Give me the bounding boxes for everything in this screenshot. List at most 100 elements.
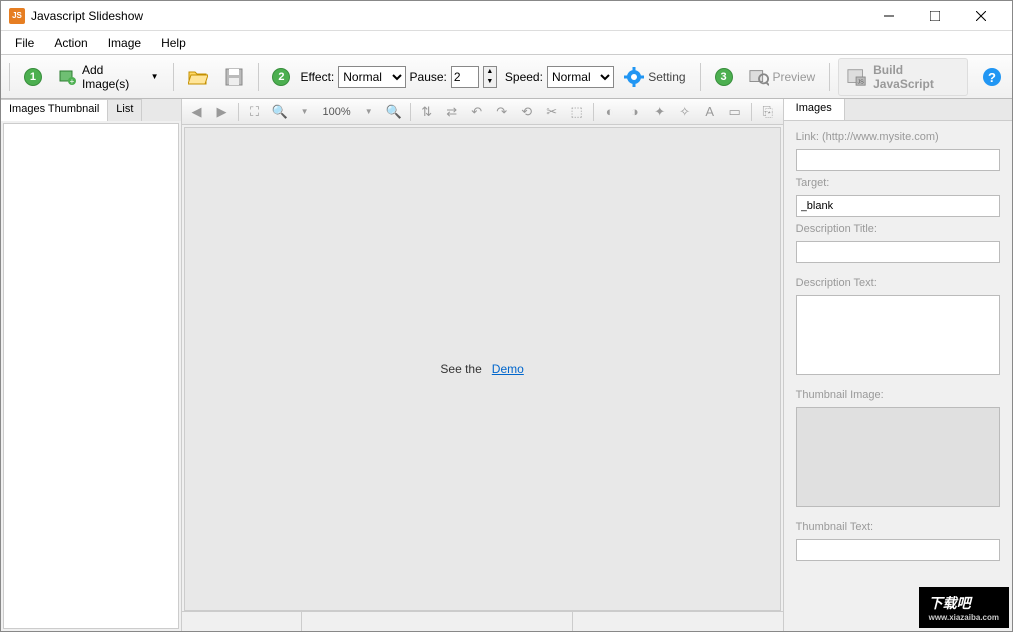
flip-v-icon: ⇅ (421, 104, 432, 120)
description-text-label: Description Text: (796, 277, 1000, 289)
main-toolbar: 1 + Add Image(s) ▼ 2 Effect: Normal Paus… (1, 55, 1012, 99)
minimize-icon (884, 11, 894, 21)
rotate-free-button[interactable]: ⟲ (516, 101, 538, 123)
fit-icon: ⛶ (250, 104, 259, 120)
flip-h-icon: ⇄ (446, 104, 457, 120)
maximize-icon (930, 11, 940, 21)
save-icon (224, 67, 244, 87)
step-3-button[interactable]: 3 (709, 64, 739, 90)
add-images-label: Add Image(s) (82, 63, 147, 91)
text-button[interactable]: A (699, 101, 721, 123)
effect-select[interactable]: Normal (338, 66, 405, 88)
svg-text:JS: JS (858, 79, 865, 85)
export-button[interactable]: ⎘ (757, 101, 779, 123)
zoom-in-icon: 🔍 (271, 104, 287, 120)
build-js-label: Build JavaScript (873, 63, 959, 91)
menu-image[interactable]: Image (98, 34, 151, 52)
svg-text:+: + (70, 77, 75, 86)
menu-file[interactable]: File (5, 34, 44, 52)
resize-button[interactable]: ⬚ (566, 101, 588, 123)
spin-down-icon[interactable]: ▼ (484, 77, 496, 87)
close-icon (976, 11, 986, 21)
nav-next-button[interactable]: ▶ (211, 101, 233, 123)
zoom-dropdown-2[interactable]: ▼ (358, 101, 380, 123)
menu-action[interactable]: Action (44, 34, 97, 52)
rotate-icon: ⟲ (521, 104, 532, 120)
minimize-button[interactable] (866, 2, 912, 30)
dropdown-arrow-icon: ▼ (151, 72, 159, 81)
link-input[interactable] (796, 149, 1000, 171)
build-js-icon: JS (847, 67, 867, 87)
step-2-icon: 2 (272, 68, 290, 86)
fit-button[interactable]: ⛶ (244, 101, 266, 123)
close-button[interactable] (958, 2, 1004, 30)
rotate-right-button[interactable]: ↷ (491, 101, 513, 123)
link-label: Link: (http://www.mysite.com) (796, 131, 1000, 143)
zoom-in-button[interactable]: 🔍 (269, 101, 291, 123)
watermark: 下载吧 www.xiazaiba.com (919, 587, 1009, 628)
border-icon: ▭ (729, 104, 741, 120)
menu-help[interactable]: Help (151, 34, 196, 52)
thumbnail-image-box[interactable] (796, 407, 1000, 507)
titlebar: JS Javascript Slideshow (1, 1, 1012, 31)
effect-1-button[interactable]: ✦ (649, 101, 671, 123)
flip-h-button[interactable]: ⇄ (441, 101, 463, 123)
preview-label: Preview (773, 70, 816, 84)
zoom-level: 100% (319, 106, 355, 118)
center-panel: ◀ ▶ ⛶ 🔍 ▼ 100% ▼ 🔍 ⇅ ⇄ ↶ ↷ ⟲ ✂ ⬚ ◐ ◑ ✦ ✧… (182, 99, 783, 631)
help-button[interactable]: ? (976, 63, 1008, 91)
pause-spinner[interactable]: ▲ ▼ (483, 66, 497, 88)
target-input[interactable] (796, 195, 1000, 217)
resize-icon: ⬚ (571, 104, 583, 120)
thumbnail-list[interactable] (3, 123, 179, 629)
rotate-left-button[interactable]: ↶ (466, 101, 488, 123)
speed-select[interactable]: Normal (547, 66, 614, 88)
setting-button[interactable]: Setting (618, 63, 691, 91)
effect-2-button[interactable]: ✧ (674, 101, 696, 123)
setting-label: Setting (648, 70, 685, 84)
canvas-text: See the Demo (440, 362, 523, 376)
maximize-button[interactable] (912, 2, 958, 30)
pause-input[interactable] (451, 66, 479, 88)
contrast-button[interactable]: ◑ (624, 101, 646, 123)
description-text-input[interactable] (796, 295, 1000, 375)
svg-text:?: ? (988, 70, 996, 85)
app-icon: JS (9, 8, 25, 24)
open-button[interactable] (182, 63, 214, 91)
demo-link[interactable]: Demo (492, 362, 524, 376)
nav-prev-button[interactable]: ◀ (186, 101, 208, 123)
help-icon: ? (982, 67, 1002, 87)
step-1-button[interactable]: 1 (18, 64, 48, 90)
preview-button[interactable]: Preview (743, 63, 822, 91)
sparkle-icon: ✦ (654, 104, 665, 120)
add-images-button[interactable]: + Add Image(s) ▼ (52, 59, 165, 95)
build-javascript-button[interactable]: JS Build JavaScript (838, 58, 968, 96)
thumbnail-image-label: Thumbnail Image: (796, 389, 1000, 401)
flip-v-button[interactable]: ⇅ (416, 101, 438, 123)
target-label: Target: (796, 177, 1000, 189)
zoom-out-button[interactable]: 🔍 (383, 101, 405, 123)
crop-button[interactable]: ✂ (541, 101, 563, 123)
zoom-out-icon: 🔍 (386, 104, 402, 120)
preview-canvas: See the Demo (184, 127, 781, 611)
thumbnail-text-input[interactable] (796, 539, 1000, 561)
border-button[interactable]: ▭ (724, 101, 746, 123)
zoom-dropdown[interactable]: ▼ (294, 101, 316, 123)
chevron-down-icon: ▼ (365, 107, 373, 116)
thumbnail-text-label: Thumbnail Text: (796, 521, 1000, 533)
spin-up-icon[interactable]: ▲ (484, 67, 496, 77)
brightness-button[interactable]: ◐ (599, 101, 621, 123)
arrow-right-icon: ▶ (217, 104, 227, 120)
menubar: File Action Image Help (1, 31, 1012, 55)
description-title-input[interactable] (796, 241, 1000, 263)
tab-list[interactable]: List (108, 99, 142, 121)
step-2-button[interactable]: 2 (266, 64, 296, 90)
image-toolbar: ◀ ▶ ⛶ 🔍 ▼ 100% ▼ 🔍 ⇅ ⇄ ↶ ↷ ⟲ ✂ ⬚ ◐ ◑ ✦ ✧… (182, 99, 783, 125)
tab-images-properties[interactable]: Images (784, 99, 845, 120)
open-folder-icon (188, 67, 208, 87)
crop-icon: ✂ (546, 104, 557, 120)
save-button[interactable] (218, 63, 250, 91)
chevron-down-icon: ▼ (301, 107, 309, 116)
effect-label: Effect: (300, 70, 334, 84)
tab-images-thumbnail[interactable]: Images Thumbnail (1, 99, 108, 121)
